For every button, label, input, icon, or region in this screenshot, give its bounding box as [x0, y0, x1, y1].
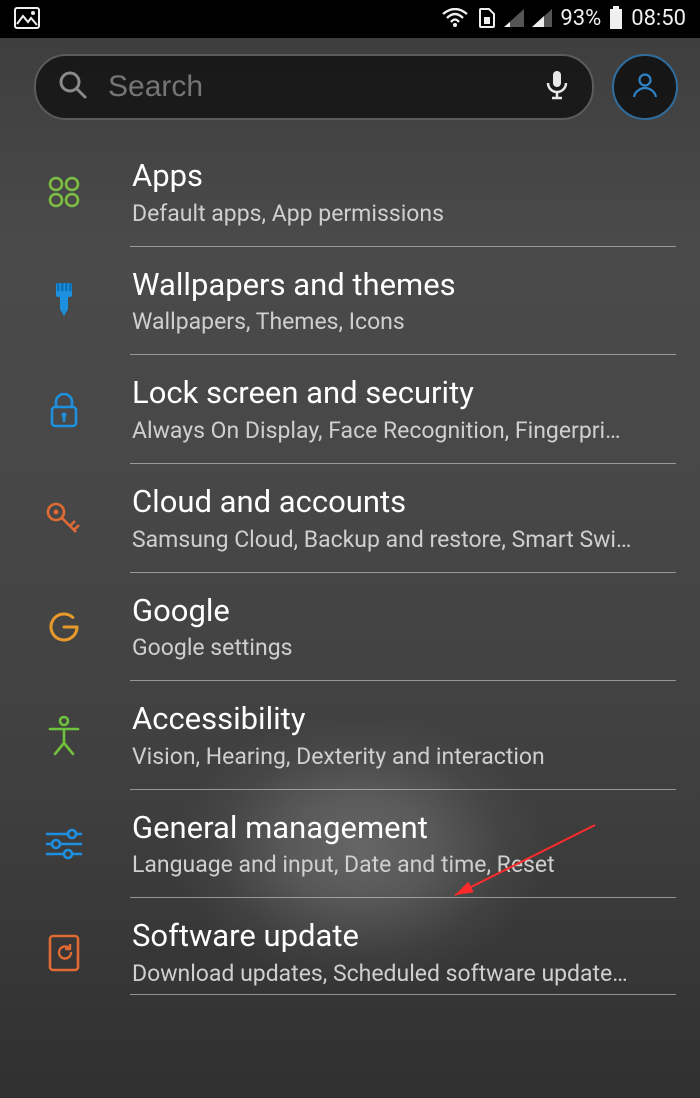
item-title: Software update: [132, 918, 680, 954]
settings-item-wallpapers[interactable]: Wallpapers and themes Wallpapers, Themes…: [0, 247, 700, 356]
profile-button[interactable]: [612, 54, 678, 120]
item-subtitle: Language and input, Date and time, Reset: [132, 851, 680, 878]
settings-item-accessibility[interactable]: Accessibility Vision, Hearing, Dexterity…: [0, 681, 700, 790]
search-bar[interactable]: [34, 54, 594, 120]
brush-icon: [36, 281, 92, 321]
lock-icon: [36, 390, 92, 430]
settings-item-update[interactable]: Software update Download updates, Schedu…: [0, 898, 700, 995]
search-bar-container: [0, 36, 700, 138]
item-subtitle: Vision, Hearing, Dexterity and interacti…: [132, 743, 680, 770]
item-title: Wallpapers and themes: [132, 267, 680, 303]
search-input[interactable]: [106, 69, 526, 105]
item-subtitle: Download updates, Scheduled software upd…: [132, 960, 680, 987]
profile-icon: [630, 70, 660, 104]
item-subtitle: Google settings: [132, 634, 680, 661]
signal-2-icon: [532, 9, 552, 27]
settings-item-lock[interactable]: Lock screen and security Always On Displ…: [0, 355, 700, 464]
item-subtitle: Samsung Cloud, Backup and restore, Smart…: [132, 526, 680, 553]
item-subtitle: Default apps, App permissions: [132, 200, 680, 227]
google-g-icon: [36, 608, 92, 646]
item-subtitle: Wallpapers, Themes, Icons: [132, 308, 680, 335]
sliders-icon: [36, 826, 92, 862]
item-title: Accessibility: [132, 701, 680, 737]
settings-item-general[interactable]: General management Language and input, D…: [0, 790, 700, 899]
search-icon: [58, 70, 88, 104]
status-bar: 93% 08:50: [0, 0, 700, 36]
picture-icon: [14, 7, 40, 29]
apps-grid-icon: [36, 174, 92, 210]
item-title: Google: [132, 593, 680, 629]
mic-icon[interactable]: [544, 69, 570, 105]
item-title: Lock screen and security: [132, 375, 680, 411]
settings-list: Apps Default apps, App permissions Wallp…: [0, 138, 700, 995]
item-title: Cloud and accounts: [132, 484, 680, 520]
clock: 08:50: [631, 6, 686, 31]
battery-icon: [609, 6, 623, 30]
settings-item-apps[interactable]: Apps Default apps, App permissions: [0, 138, 700, 247]
sim-icon: [476, 8, 496, 28]
key-icon: [36, 498, 92, 538]
update-icon: [36, 933, 92, 973]
settings-item-google[interactable]: Google Google settings: [0, 573, 700, 682]
battery-percent: 93%: [560, 6, 601, 31]
item-title: Apps: [132, 158, 680, 194]
wifi-icon: [442, 8, 468, 28]
settings-item-cloud[interactable]: Cloud and accounts Samsung Cloud, Backup…: [0, 464, 700, 573]
item-title: General management: [132, 810, 680, 846]
signal-1-icon: [504, 9, 524, 27]
item-subtitle: Always On Display, Face Recognition, Fin…: [132, 417, 680, 444]
person-icon: [36, 715, 92, 757]
